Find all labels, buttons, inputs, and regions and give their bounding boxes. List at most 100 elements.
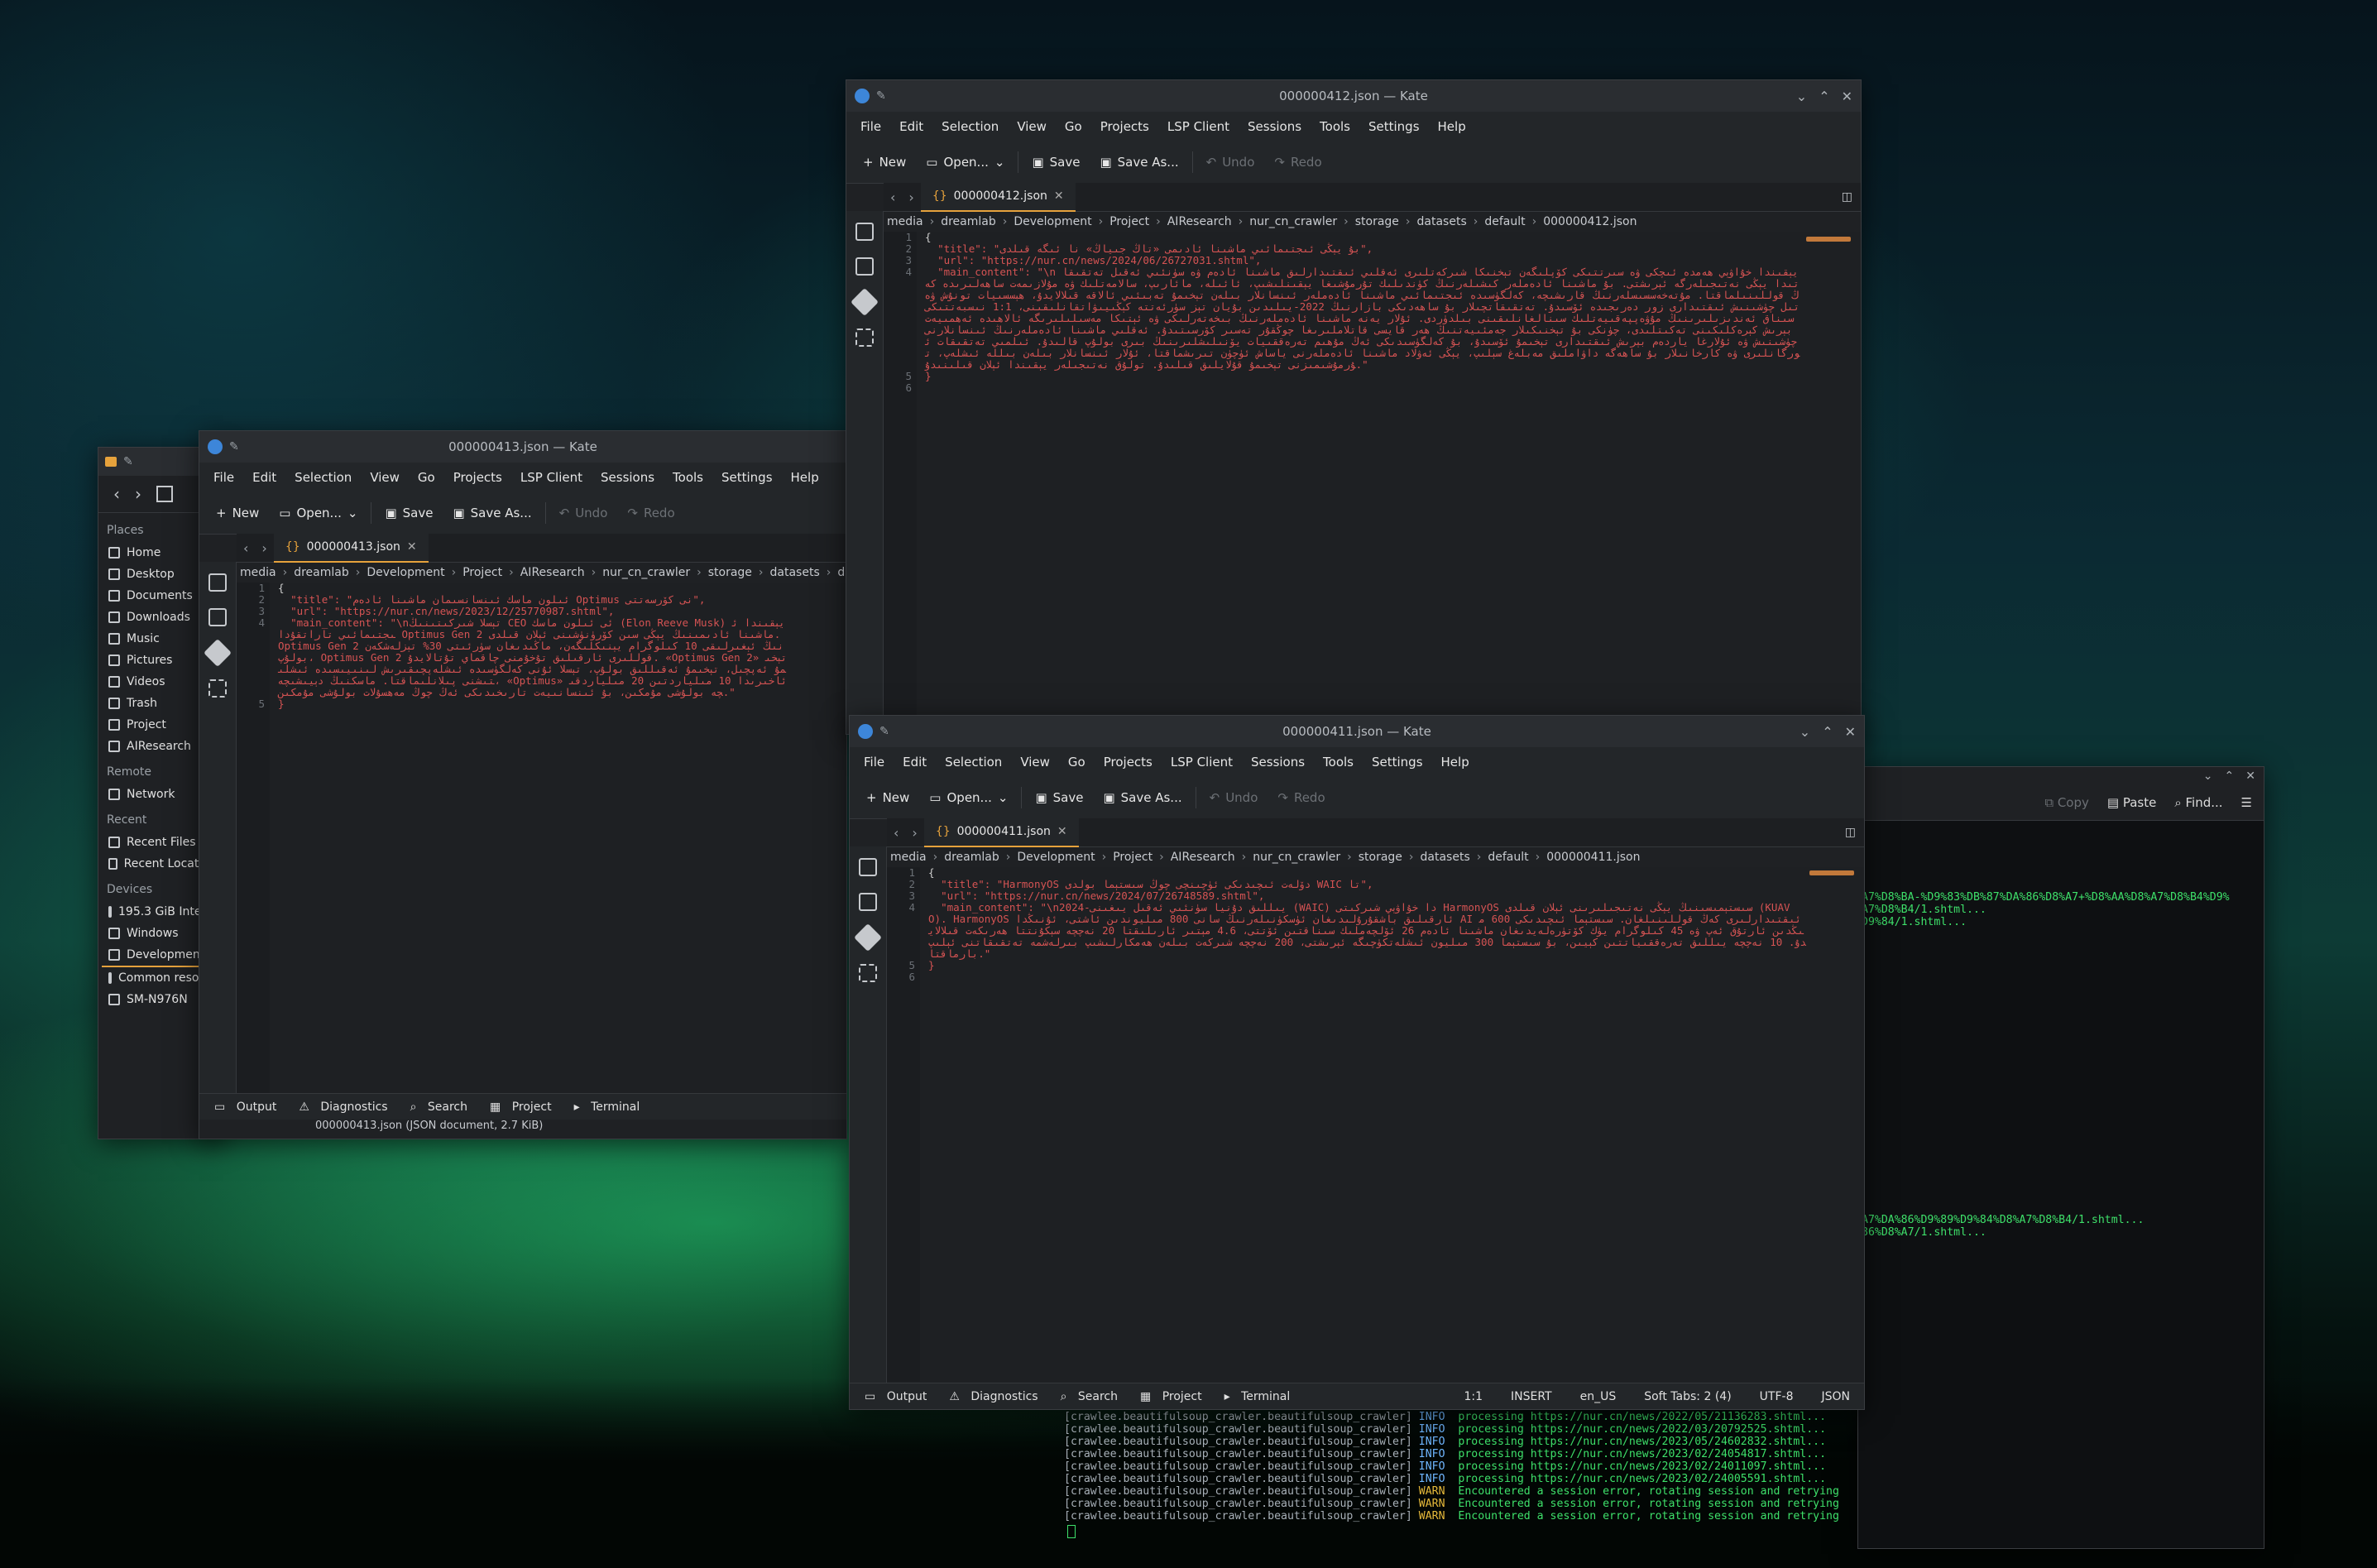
breadcrumb-item[interactable]: dreamlab [944, 851, 999, 864]
tab-next-icon[interactable]: › [905, 825, 923, 841]
menu-file[interactable]: File [855, 755, 894, 770]
breadcrumb-item[interactable]: AIResearch [1171, 851, 1235, 864]
menu-help[interactable]: Help [1429, 119, 1475, 134]
symbols-icon[interactable] [859, 964, 877, 982]
code-text[interactable]: { "title": "HarmonyOS دۆلەت ئىچىدىكى ئۈچ… [928, 867, 1806, 983]
tab-close-icon[interactable]: ✕ [1054, 189, 1064, 203]
undo-button[interactable]: ↶ Undo [1200, 783, 1268, 813]
terminal-titlebar[interactable]: ⌄ ⌃ ✕ [1858, 767, 2264, 785]
save-button[interactable]: ▣ Save [1025, 783, 1093, 813]
breadcrumb-item[interactable]: nur_cn_crawler [602, 566, 690, 579]
menu-help[interactable]: Help [1432, 755, 1478, 770]
undo-button[interactable]: ↶ Undo [549, 498, 618, 528]
open-dropdown-icon[interactable]: ⌄ [998, 790, 1009, 805]
new-button[interactable]: + New [206, 498, 269, 528]
breadcrumb-item[interactable]: 000000411.json [1546, 851, 1640, 864]
git-icon[interactable] [854, 923, 882, 952]
redo-button[interactable]: ↷ Redo [1264, 147, 1331, 177]
menu-tools[interactable]: Tools [1311, 119, 1359, 134]
breadcrumb-item[interactable]: Development [1014, 215, 1091, 228]
breadcrumb-item[interactable]: storage [1359, 851, 1402, 864]
maximize-icon[interactable]: ⌃ [2225, 770, 2235, 783]
git-icon[interactable] [851, 288, 879, 316]
tab-prev-icon[interactable]: ‹ [884, 189, 902, 205]
breadcrumb-item[interactable]: AIResearch [1167, 215, 1232, 228]
open-dropdown-icon[interactable]: ⌄ [994, 155, 1005, 170]
split-view-icon[interactable]: ◫ [1842, 190, 1852, 204]
tab-close-icon[interactable]: ✕ [1057, 825, 1067, 838]
breadcrumb-item[interactable]: media [887, 215, 923, 228]
save-as-button[interactable]: ▣ Save As... [1093, 783, 1191, 813]
search-tab[interactable]: ⌕ Search [395, 1100, 475, 1114]
menu-projects[interactable]: Projects [1095, 755, 1162, 770]
save-as-button[interactable]: ▣ Save As... [1090, 147, 1188, 177]
menu-selection[interactable]: Selection [932, 119, 1008, 134]
new-button[interactable]: + New [853, 147, 916, 177]
breadcrumb-item[interactable]: dreamlab [941, 215, 996, 228]
save-button[interactable]: ▣ Save [375, 498, 443, 528]
breadcrumb-item[interactable]: media [240, 566, 276, 579]
minimize-icon[interactable]: ⌄ [2203, 770, 2213, 783]
breadcrumb-item[interactable]: datasets [1421, 851, 1470, 864]
filesystem-icon[interactable] [208, 608, 227, 626]
menu-go[interactable]: Go [1056, 119, 1091, 134]
menu-settings[interactable]: Settings [1359, 119, 1429, 134]
breadcrumb-item[interactable]: datasets [770, 566, 820, 579]
terminal-tab[interactable]: ▸ Terminal [1210, 1390, 1298, 1403]
close-icon[interactable]: ✕ [1842, 89, 1852, 104]
close-icon[interactable]: ✕ [1845, 724, 1856, 740]
tab-next-icon[interactable]: › [902, 189, 920, 205]
breadcrumb-item[interactable]: media [890, 851, 927, 864]
minimize-icon[interactable]: ⌄ [1796, 89, 1807, 104]
undo-button[interactable]: ↶ Undo [1196, 147, 1265, 177]
breadcrumb-item[interactable]: default [1484, 215, 1525, 228]
menu-edit[interactable]: Edit [890, 119, 932, 134]
redo-button[interactable]: ↷ Redo [617, 498, 684, 528]
tab-prev-icon[interactable]: ‹ [237, 540, 255, 556]
copy-button[interactable]: ⧉ Copy [2044, 795, 2089, 810]
breadcrumb-item[interactable]: Project [462, 566, 502, 579]
menu-sessions[interactable]: Sessions [1239, 119, 1311, 134]
menu-sessions[interactable]: Sessions [1242, 755, 1314, 770]
tab-file[interactable]: {} 000000413.json ✕ [273, 533, 429, 563]
file-type[interactable]: JSON [1814, 1390, 1857, 1403]
menu-edit[interactable]: Edit [243, 470, 285, 485]
indentation-setting[interactable]: Soft Tabs: 2 (4) [1637, 1390, 1738, 1403]
menu-projects[interactable]: Projects [1091, 119, 1158, 134]
breadcrumb-item[interactable]: Project [1113, 851, 1153, 864]
split-view-icon[interactable]: ◫ [1845, 826, 1856, 839]
kate-window-411[interactable]: ✎ 000000411.json — Kate ⌄ ⌃ ✕ File Edit Se… [849, 715, 1865, 1410]
breadcrumb-item[interactable]: Development [1017, 851, 1095, 864]
kate-titlebar[interactable]: ✎ 000000413.json — Kate [199, 431, 846, 463]
menu-sessions[interactable]: Sessions [592, 470, 664, 485]
cursor-position[interactable]: 1:1 [1456, 1390, 1490, 1403]
encoding[interactable]: UTF-8 [1752, 1390, 1801, 1403]
breadcrumb-item[interactable]: AIResearch [520, 566, 585, 579]
save-button[interactable]: ▣ Save [1022, 147, 1090, 177]
maximize-icon[interactable]: ⌃ [1822, 724, 1833, 740]
project-tab[interactable]: ▦ Project [1125, 1390, 1210, 1403]
output-tab[interactable]: ▭ Output [850, 1390, 934, 1403]
paste-button[interactable]: ▤ Paste [2107, 795, 2156, 810]
breadcrumb-item[interactable]: Development [367, 566, 444, 579]
kate-titlebar[interactable]: ✎ 000000412.json — Kate ⌄ ⌃ ✕ [846, 80, 1861, 112]
save-as-button[interactable]: ▣ Save As... [443, 498, 541, 528]
menu-lsp-client[interactable]: LSP Client [1162, 755, 1242, 770]
find-button[interactable]: ⌕ Find... [2174, 795, 2222, 810]
menu-edit[interactable]: Edit [894, 755, 936, 770]
kate-titlebar[interactable]: ✎ 000000411.json — Kate ⌄ ⌃ ✕ [850, 716, 1864, 747]
menu-lsp-client[interactable]: LSP Client [1158, 119, 1239, 134]
search-tab[interactable]: ⌕ Search [1046, 1390, 1125, 1403]
dictionary-language[interactable]: en_US [1573, 1390, 1624, 1403]
menu-help[interactable]: Help [782, 470, 828, 485]
menu-selection[interactable]: Selection [936, 755, 1011, 770]
menu-selection[interactable]: Selection [285, 470, 361, 485]
code-text[interactable]: { "title": "بۇ يېڭى ئىجتىمائىي ماشىنا ئا… [925, 232, 1803, 394]
terminal-tab[interactable]: ▸ Terminal [559, 1100, 648, 1114]
kate-window-412[interactable]: ✎ 000000412.json — Kate ⌄ ⌃ ✕ File Edit Se… [846, 79, 1862, 735]
menu-projects[interactable]: Projects [444, 470, 511, 485]
symbols-icon[interactable] [855, 328, 874, 347]
close-icon[interactable]: ✕ [2245, 770, 2255, 783]
breadcrumb-item[interactable]: nur_cn_crawler [1253, 851, 1340, 864]
code-editor[interactable]: 1234 5 { "title": "ئىلون ماسك ئىنسانسىمان… [237, 583, 846, 1101]
